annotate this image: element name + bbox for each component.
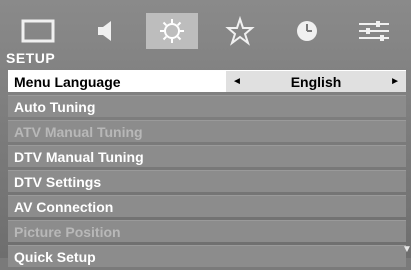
timer-clock-icon — [296, 21, 317, 41]
preferences-star-icon — [224, 16, 255, 46]
menu-item-label: DTV Settings — [14, 173, 102, 190]
menu-item-label: Picture Position — [14, 223, 121, 240]
menu-item-label: Quick Setup — [14, 248, 96, 265]
setup-menu-list: Menu Language ◄ English ► Auto Tuning AT… — [8, 70, 406, 270]
picture-icon — [21, 19, 55, 43]
menu-item-menu-language[interactable]: Menu Language ◄ English ► — [8, 70, 406, 92]
menu-item-quick-setup[interactable]: Quick Setup — [8, 245, 406, 267]
tv-menu-screen: SETUP Menu Language ◄ English ► Auto Tun… — [0, 0, 411, 267]
tab-setup[interactable] — [146, 13, 199, 49]
menu-item-dtv-manual-tuning[interactable]: DTV Manual Tuning — [8, 145, 406, 167]
left-arrow-icon[interactable]: ◄ — [226, 76, 248, 87]
section-title: SETUP — [6, 50, 56, 66]
scroll-down-icon[interactable]: ▼ — [402, 244, 411, 255]
tab-sound[interactable] — [79, 13, 131, 49]
tab-preferences[interactable] — [214, 13, 266, 49]
menu-item-auto-tuning[interactable]: Auto Tuning — [8, 95, 406, 117]
menu-item-picture-position: Picture Position — [8, 220, 406, 242]
tab-picture[interactable] — [12, 13, 64, 49]
tab-timer[interactable] — [281, 13, 333, 49]
menu-item-av-connection[interactable]: AV Connection — [8, 195, 406, 217]
menu-item-label: Auto Tuning — [14, 98, 96, 115]
menu-language-selector[interactable]: ◄ English ► — [226, 71, 406, 92]
sound-icon — [97, 21, 111, 41]
menu-item-atv-manual-tuning: ATV Manual Tuning — [8, 120, 406, 142]
menu-item-label: DTV Manual Tuning — [14, 148, 144, 165]
menu-tab-bar — [4, 12, 408, 50]
tab-options[interactable] — [348, 13, 400, 49]
menu-language-value: English — [290, 73, 342, 90]
options-sliders-icon — [359, 21, 390, 41]
menu-item-dtv-settings[interactable]: DTV Settings — [8, 170, 406, 192]
menu-item-label: AV Connection — [14, 198, 114, 215]
menu-item-label: ATV Manual Tuning — [14, 123, 143, 140]
setup-gear-icon — [160, 19, 185, 43]
menu-item-label: Menu Language — [14, 73, 121, 90]
right-arrow-icon[interactable]: ► — [384, 76, 406, 87]
